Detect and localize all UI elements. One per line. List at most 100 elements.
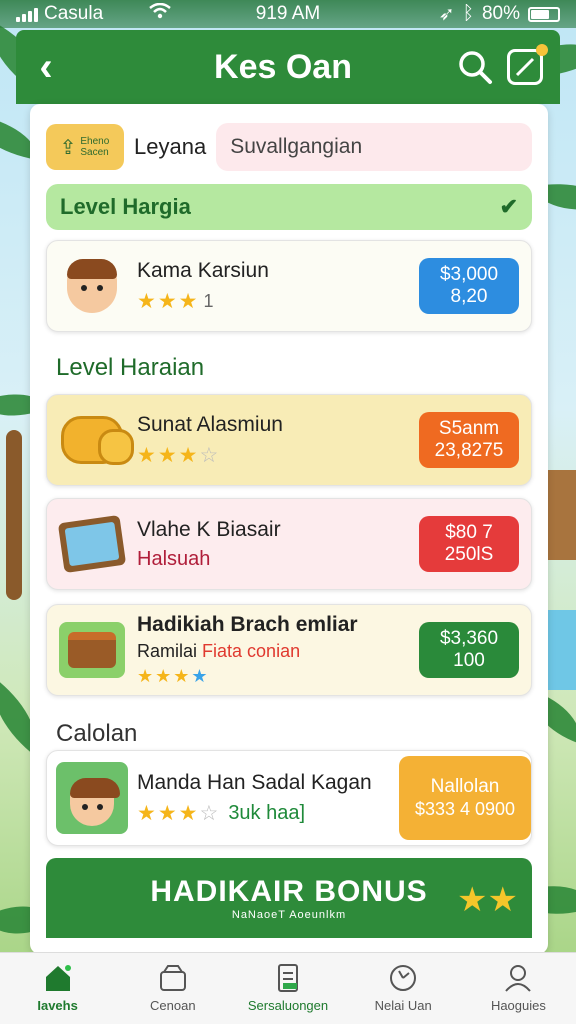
star-icon: ★ — [137, 801, 156, 825]
price-tag[interactable]: $3,360 100 — [419, 622, 519, 678]
price-line: $3,360 — [439, 628, 499, 649]
item-name: Hadikiah Brach emliar — [137, 613, 358, 636]
star-icon: ★ — [173, 666, 190, 686]
clock-icon — [388, 964, 418, 992]
tab-home[interactable]: Iavehs — [0, 953, 115, 1024]
star-icon: ★ — [157, 289, 177, 313]
boy-portrait-icon — [47, 752, 137, 844]
star-blue-icon: ★ — [191, 666, 208, 686]
wifi-icon — [149, 2, 171, 25]
price-tag[interactable]: Nallolan $333 4 0900 — [399, 756, 531, 840]
location-icon: ➶ — [438, 3, 455, 25]
price-tag[interactable]: $80 7 250lS — [419, 516, 519, 572]
price-line: 250lS — [444, 544, 494, 565]
star-icon: ★ — [178, 801, 198, 825]
star-rating: ★ ★ ★ 1 — [137, 289, 419, 314]
star-icon: ★ — [155, 666, 172, 686]
status-bar: Casula 919 AM ➶ ᛒ 80% — [0, 0, 576, 28]
carrier-name: Casula — [44, 3, 104, 24]
tab-label: Nelai Uan — [374, 998, 432, 1013]
page-title: Kes Oan — [214, 47, 352, 86]
sub-highlight: Fiata conian — [202, 641, 301, 661]
edit-icon[interactable] — [500, 42, 550, 92]
main-card: ⇪ Eheno Sacen Leyana Level Hargia ✔ Kama… — [30, 104, 548, 954]
price-line: 100 — [453, 650, 485, 671]
tab-label: Sersaluongen — [247, 998, 329, 1013]
service-badge[interactable]: ⇪ Eheno Sacen — [46, 124, 124, 170]
star-rating: ★ ★ ★ ☆ 3uk haa] — [137, 801, 399, 826]
star-outline-icon: ☆ — [199, 801, 219, 825]
section-title-harian: Level Haraian — [56, 354, 205, 381]
service-badge-text: Eheno Sacen — [80, 136, 110, 158]
rating-extra: 3uk haa] — [228, 801, 306, 824]
tab-label: Haoguies — [490, 998, 546, 1013]
tab-label: Iavehs — [37, 998, 78, 1013]
list-item[interactable]: Hadikiah Brach emliar Ramilai Fiata coni… — [46, 604, 532, 696]
bonus-banner[interactable]: HADIKAIR BONUS NaNaoeT Aoeunlkm ★★ — [46, 858, 532, 938]
search-icon[interactable] — [450, 42, 500, 92]
sub-label: Ramilai — [137, 641, 198, 661]
item-subtitle: Halsuah — [137, 547, 211, 570]
chevron-left-icon[interactable]: ‹ — [16, 30, 76, 104]
item-name: Vlahe K Biasair — [137, 517, 281, 541]
star-icon: ★ — [157, 801, 177, 825]
list-item[interactable]: Sunat Alasmiun ★ ★ ★ ☆ S5anm 23,8275 — [46, 394, 532, 486]
app-header: ‹ Kes Oan — [16, 30, 560, 104]
star-icon: ★ — [178, 289, 198, 313]
price-line: Nallolan — [430, 776, 500, 797]
profile-icon — [503, 964, 533, 992]
tab-document[interactable]: Sersaluongen — [230, 953, 345, 1024]
clock: 919 AM — [255, 3, 321, 24]
item-name: Manda Han Sadal Kagan — [137, 770, 372, 794]
item-name: Kama Karsiun — [137, 258, 269, 282]
star-rating: ★ ★ ★ ☆ — [137, 443, 419, 468]
star-icon: ★ — [178, 443, 198, 467]
item-subtitle: Ramilai Fiata conian — [137, 641, 419, 662]
tab-clock[interactable]: Nelai Uan — [346, 953, 461, 1024]
item-name: Sunat Alasmiun — [137, 412, 283, 436]
price-line: $3,000 — [439, 264, 499, 285]
tab-label: Cenoan — [150, 998, 196, 1013]
star-icon: ★★ — [457, 881, 518, 919]
tab-store[interactable]: Cenoan — [115, 953, 230, 1024]
star-icon: ★ — [137, 289, 156, 313]
level-banner-label: Level Hargia — [60, 194, 191, 219]
coins-icon — [47, 394, 137, 486]
check-icon: ✔ — [499, 194, 518, 219]
star-outline-icon: ☆ — [199, 443, 219, 467]
man-avatar-icon — [47, 240, 137, 332]
rating-tail: 1 — [203, 290, 214, 311]
price-tag[interactable]: $3,000 8,20 — [419, 258, 519, 314]
level-banner[interactable]: Level Hargia ✔ — [46, 184, 532, 230]
price-line: $80 7 — [445, 522, 493, 543]
treasure-chest-icon — [47, 604, 137, 696]
battery-percent: 80% — [481, 3, 520, 24]
tab-bar: Iavehs Cenoan Sersaluongen Nelai Uan Hao… — [0, 952, 576, 1024]
price-line: $333 4 0900 — [414, 799, 516, 819]
star-icon: ★ — [137, 443, 156, 467]
service-label: Leyana — [134, 134, 207, 159]
price-line: 23,8275 — [434, 440, 504, 461]
document-icon — [273, 964, 303, 992]
bonus-title: HADIKAIR BONUS — [150, 875, 428, 908]
bonus-subtitle: NaNaoeT Aoeunlkm — [231, 909, 347, 921]
list-item[interactable]: Manda Han Sadal Kagan ★ ★ ★ ☆ 3uk haa] N… — [46, 750, 532, 846]
star-icon: ★ — [137, 666, 154, 686]
arrow-up-icon: ⇪ — [59, 136, 77, 159]
service-row: ⇪ Eheno Sacen Leyana — [46, 122, 532, 172]
tab-profile[interactable]: Haoguies — [461, 953, 576, 1024]
section-title-calolan: Calolan — [56, 720, 138, 747]
picture-frame-icon — [47, 498, 137, 590]
list-item[interactable]: Vlahe K Biasair Halsuah $80 7 250lS — [46, 498, 532, 590]
price-line: 8,20 — [450, 286, 488, 307]
list-item[interactable]: Kama Karsiun ★ ★ ★ 1 $3,000 8,20 — [46, 240, 532, 332]
star-icon: ★ — [157, 443, 177, 467]
price-line: S5anm — [438, 418, 500, 439]
home-icon — [43, 964, 73, 992]
price-tag[interactable]: S5anm 23,8275 — [419, 412, 519, 468]
bluetooth-icon: ᛒ — [462, 3, 474, 24]
star-rating: ★ ★ ★ ★ — [137, 666, 419, 687]
service-input[interactable] — [216, 123, 532, 171]
signal-icon — [16, 6, 38, 22]
store-icon — [158, 964, 188, 992]
